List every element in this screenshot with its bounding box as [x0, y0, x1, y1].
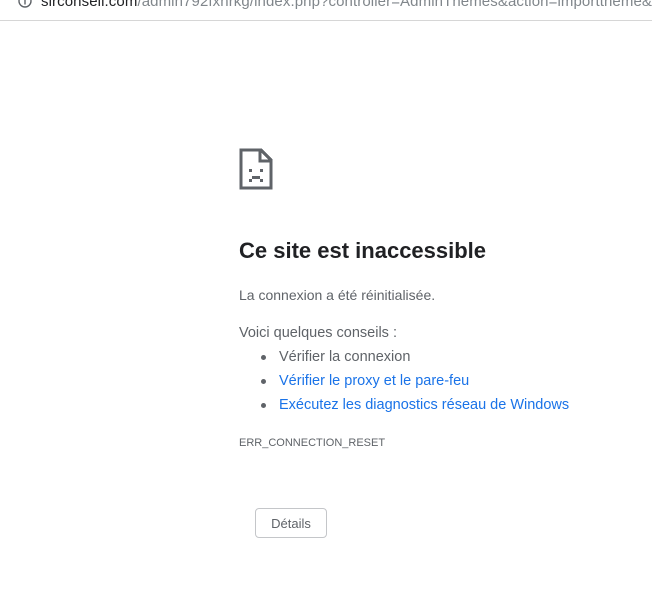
- url-domain: sirconseil.com: [41, 0, 138, 10]
- url-path: /admin792fxhrkg/index.php?controller=Adm…: [137, 0, 652, 10]
- page-title: Ce site est inaccessible: [239, 238, 487, 263]
- tip-link-proxy-firewall[interactable]: Vérifier le proxy et le pare-feu: [279, 373, 469, 389]
- url-text[interactable]: sirconseil.com/admin792fxhrkg/index.php?…: [41, 0, 652, 10]
- tips-heading: Voici quelques conseils :: [239, 325, 397, 341]
- bullet-icon: [261, 403, 266, 408]
- info-icon[interactable]: [18, 0, 32, 8]
- sad-page-icon: [239, 148, 273, 190]
- tip-check-proxy-firewall[interactable]: Vérifier le proxy et le pare-feu: [239, 372, 569, 396]
- error-code: ERR_CONNECTION_RESET: [239, 437, 386, 449]
- error-subtitle: La connexion a été réinitialisée.: [239, 287, 436, 303]
- tip-link-windows-diagnostics[interactable]: Exécutez les diagnostics réseau de Windo…: [279, 397, 569, 413]
- tips-list: Vérifier la connexion Vérifier le proxy …: [239, 348, 569, 420]
- tip-label: Vérifier la connexion: [279, 349, 411, 365]
- address-bar[interactable]: sirconseil.com/admin792fxhrkg/index.php?…: [0, 0, 652, 21]
- tip-check-connection: Vérifier la connexion: [239, 348, 569, 372]
- bullet-icon: [261, 379, 266, 384]
- bullet-icon: [261, 355, 266, 360]
- details-button[interactable]: Détails: [255, 508, 327, 538]
- tip-windows-diagnostics[interactable]: Exécutez les diagnostics réseau de Windo…: [239, 396, 569, 420]
